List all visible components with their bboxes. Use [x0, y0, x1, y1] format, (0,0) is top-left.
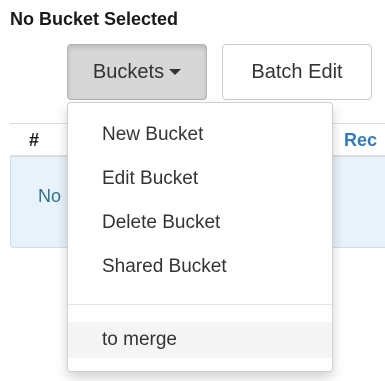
- column-header-number: #: [29, 130, 40, 150]
- column-header-rec[interactable]: Rec: [344, 130, 377, 151]
- page: No Bucket Selected Buckets Batch Edit # …: [0, 0, 385, 381]
- buckets-dropdown-button[interactable]: Buckets: [67, 44, 207, 100]
- menu-item-new-bucket[interactable]: New Bucket: [68, 117, 332, 153]
- caret-down-icon: [169, 69, 182, 75]
- menu-divider: [68, 304, 332, 305]
- menu-item-delete-bucket[interactable]: Delete Bucket: [68, 205, 332, 241]
- menu-item-to-merge[interactable]: to merge: [68, 322, 332, 358]
- page-title: No Bucket Selected: [10, 9, 179, 29]
- menu-item-shared-bucket[interactable]: Shared Bucket: [68, 249, 332, 285]
- menu-item-edit-bucket[interactable]: Edit Bucket: [68, 161, 332, 197]
- empty-message: No: [38, 186, 62, 206]
- batch-edit-button[interactable]: Batch Edit: [222, 44, 372, 100]
- buckets-button-label: Buckets: [92, 60, 165, 83]
- buckets-dropdown-menu: New Bucket Edit Bucket Delete Bucket Sha…: [67, 102, 333, 372]
